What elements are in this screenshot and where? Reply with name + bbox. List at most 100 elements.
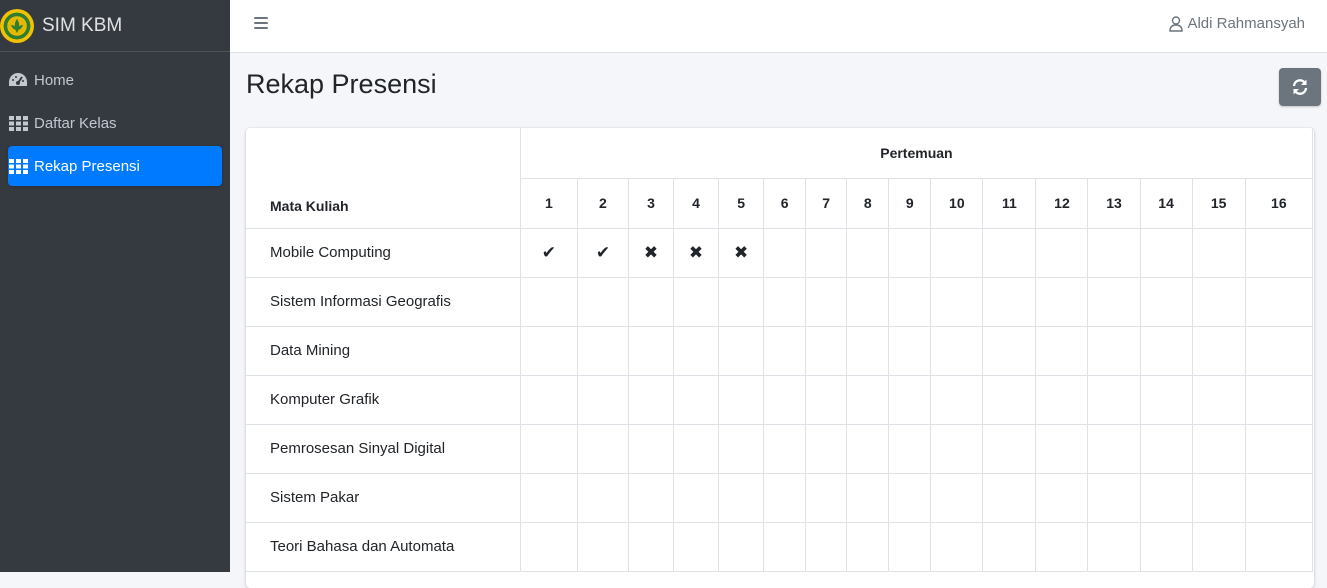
grid-icon: [8, 114, 28, 132]
attendance-cell: [718, 521, 765, 572]
attendance-cell: [805, 423, 848, 474]
attendance-cell: [763, 227, 807, 278]
attendance-cell: [673, 374, 720, 425]
attendance-cell: [763, 472, 807, 523]
attendance-cell: [1244, 472, 1314, 523]
attendance-cell: [930, 423, 984, 474]
table-row: Mobile Computing ✔ ✔ ✖ ✖ ✖: [246, 227, 1314, 278]
meeting-number: 5: [718, 177, 765, 229]
refresh-icon: [1292, 79, 1308, 95]
cross-icon: ✖: [718, 227, 765, 278]
subject-name: Data Mining: [246, 325, 521, 376]
attendance-cell: [718, 472, 765, 523]
attendance-cell: [763, 374, 807, 425]
attendance-cell: [673, 423, 720, 474]
attendance-cell: [1087, 227, 1141, 278]
attendance-cell: [1139, 325, 1193, 376]
check-icon: ✔: [576, 227, 629, 278]
attendance-cell: [846, 472, 890, 523]
attendance-cell: [1191, 227, 1246, 278]
meeting-number: 11: [982, 177, 1037, 229]
meeting-number: 6: [763, 177, 807, 229]
attendance-cell: [888, 325, 932, 376]
attendance-cell: [627, 374, 675, 425]
attendance-cell: [1087, 325, 1141, 376]
attendance-cell: [930, 325, 984, 376]
attendance-rows: Mobile Computing ✔ ✔ ✖ ✖ ✖ Sistem Informasi Ge…: [246, 227, 1314, 572]
attendance-cell: [1087, 276, 1141, 327]
meetings-header: Pertemuan: [519, 128, 1314, 179]
attendance-cell: [1191, 325, 1246, 376]
attendance-cell: [846, 276, 890, 327]
attendance-cell: [627, 423, 675, 474]
brand-title: SIM KBM: [42, 14, 123, 36]
attendance-cell: [718, 374, 765, 425]
meeting-number: 2: [576, 177, 629, 229]
user-icon: [1169, 15, 1184, 32]
tachometer-icon: [8, 71, 28, 89]
attendance-cell: [1139, 227, 1193, 278]
attendance-cell: [1087, 374, 1141, 425]
user-name: Aldi Rahmansyah: [1187, 15, 1305, 32]
attendance-cell: [1035, 423, 1089, 474]
attendance-cell: [1191, 472, 1246, 523]
attendance-cell: [888, 374, 932, 425]
attendance-cell: [763, 423, 807, 474]
attendance-cell: [846, 521, 890, 572]
sidebar: SIM KBM Home Daftar Kelas Rekap Presensi: [0, 0, 230, 572]
attendance-cell: [718, 276, 765, 327]
meeting-number: 12: [1035, 177, 1089, 229]
meeting-number: 4: [673, 177, 720, 229]
subject-name: Mobile Computing: [246, 227, 521, 278]
attendance-cell: [1139, 472, 1193, 523]
attendance-table: Mata Kuliah Pertemuan 1 2 3 4 5 6 7 8 9 …: [246, 128, 1314, 572]
attendance-cell: [1035, 227, 1089, 278]
menu-toggle-icon[interactable]: [254, 17, 268, 31]
attendance-cell: [576, 472, 629, 523]
attendance-cell: [1087, 472, 1141, 523]
attendance-cell: [888, 276, 932, 327]
page-title: Rekap Presensi: [246, 69, 437, 99]
check-icon: ✔: [519, 227, 578, 278]
meeting-number: 1: [520, 177, 578, 229]
attendance-cell: [982, 423, 1037, 474]
attendance-cell: [1244, 276, 1314, 327]
attendance-cell: [576, 374, 629, 425]
meeting-number: 8: [846, 177, 890, 229]
attendance-cell: [846, 227, 890, 278]
table-row: Data Mining: [246, 325, 1314, 376]
sidebar-item-daftar-kelas[interactable]: Daftar Kelas: [8, 103, 222, 143]
brand[interactable]: SIM KBM: [0, 0, 230, 52]
attendance-cell: [846, 423, 890, 474]
attendance-cell: [1244, 374, 1314, 425]
sidebar-item-home[interactable]: Home: [8, 60, 222, 100]
table-row: Teori Bahasa dan Automata: [246, 521, 1314, 572]
attendance-cell: [1035, 521, 1089, 572]
attendance-cell: [982, 227, 1037, 278]
refresh-button[interactable]: [1279, 68, 1321, 106]
brand-logo: [0, 8, 34, 43]
meeting-number: 16: [1244, 177, 1314, 229]
attendance-cell: [718, 325, 765, 376]
attendance-cell: [519, 374, 578, 425]
attendance-cell: [673, 521, 720, 572]
attendance-cell: [1244, 227, 1314, 278]
attendance-cell: [1087, 521, 1141, 572]
cross-icon: ✖: [673, 227, 720, 278]
attendance-cell: [519, 521, 578, 572]
attendance-cell: [1139, 521, 1193, 572]
attendance-cell: [519, 276, 578, 327]
subject-name: Teori Bahasa dan Automata: [246, 521, 521, 572]
attendance-cell: [805, 276, 848, 327]
attendance-cell: [627, 325, 675, 376]
attendance-cell: [982, 276, 1037, 327]
subject-name: Pemrosesan Sinyal Digital: [246, 423, 521, 474]
attendance-cell: [576, 521, 629, 572]
attendance-cell: [1191, 276, 1246, 327]
attendance-cell: [627, 276, 675, 327]
user-menu[interactable]: Aldi Rahmansyah: [1169, 15, 1305, 32]
subject-name: Komputer Grafik: [246, 374, 521, 425]
attendance-cell: [763, 521, 807, 572]
sidebar-item-rekap-presensi[interactable]: Rekap Presensi: [8, 146, 222, 186]
meeting-number: 10: [930, 177, 984, 229]
